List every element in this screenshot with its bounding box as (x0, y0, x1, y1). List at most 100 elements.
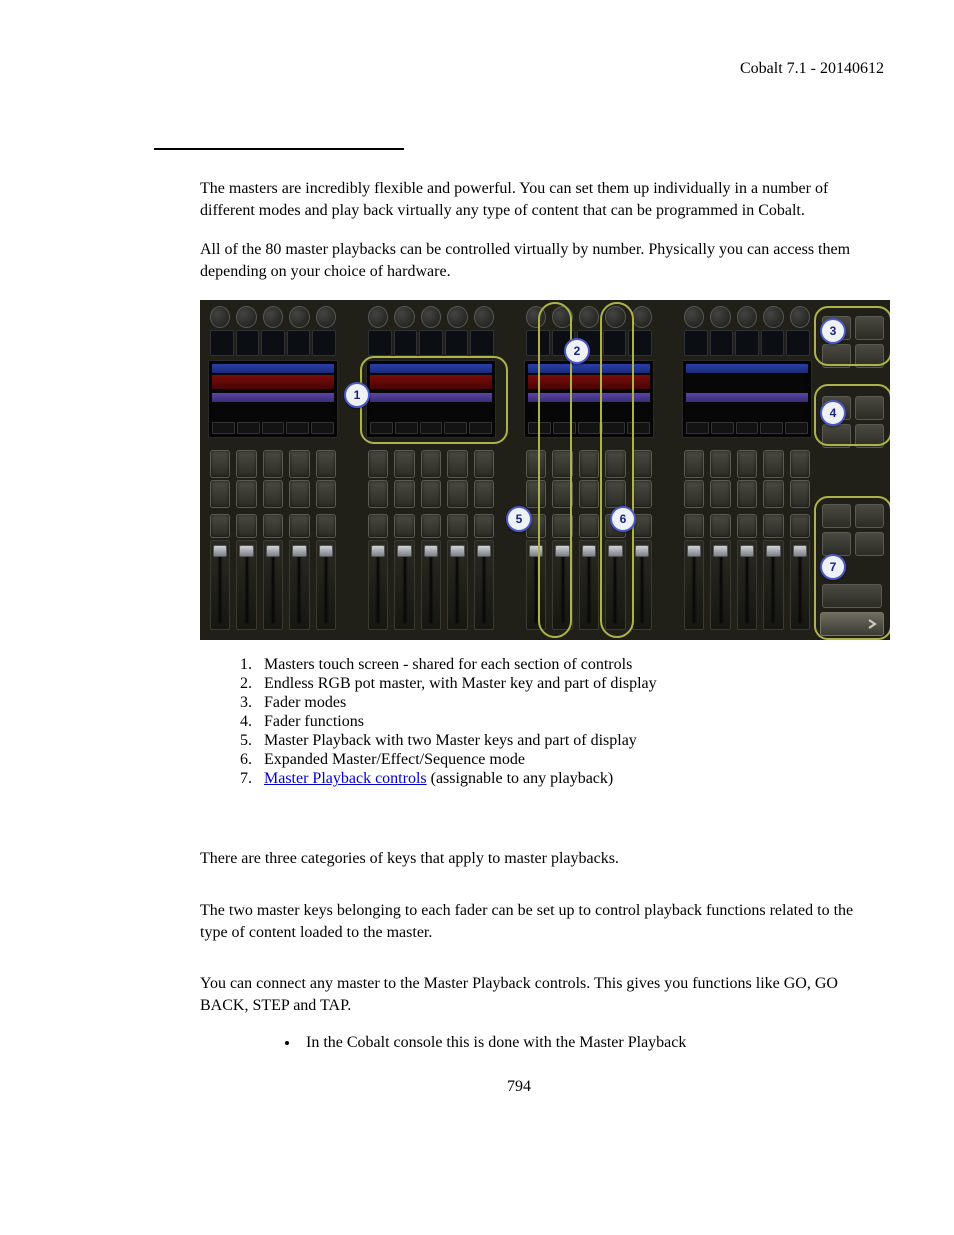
master-key-lower[interactable] (474, 480, 494, 508)
fader[interactable] (421, 540, 441, 630)
master-key-lower[interactable] (263, 480, 283, 508)
encoder-knob[interactable] (737, 306, 757, 328)
master-key-lower[interactable] (552, 480, 572, 508)
flash-key[interactable] (210, 514, 230, 538)
flash-key[interactable] (421, 514, 441, 538)
flash-key[interactable] (552, 514, 572, 538)
master-key-upper[interactable] (710, 450, 730, 478)
encoder-knob[interactable] (632, 306, 652, 328)
fader[interactable] (684, 540, 704, 630)
touch-strip[interactable] (208, 360, 338, 438)
master-key-lower[interactable] (526, 480, 546, 508)
flash-key[interactable] (289, 514, 309, 538)
encoder-knob[interactable] (552, 306, 572, 328)
master-key-upper[interactable] (632, 450, 652, 478)
master-key-lower[interactable] (289, 480, 309, 508)
flash-key[interactable] (394, 514, 414, 538)
fader[interactable] (316, 540, 336, 630)
encoder-knob[interactable] (763, 306, 783, 328)
flash-key[interactable] (236, 514, 256, 538)
fader[interactable] (368, 540, 388, 630)
master-key-lower[interactable] (316, 480, 336, 508)
master-key-upper[interactable] (263, 450, 283, 478)
transport-buttons[interactable] (822, 584, 884, 608)
master-key-upper[interactable] (236, 450, 256, 478)
master-key-lower[interactable] (763, 480, 783, 508)
encoder-knob[interactable] (579, 306, 599, 328)
encoder-knob[interactable] (368, 306, 388, 328)
encoder-knob[interactable] (710, 306, 730, 328)
master-key-lower[interactable] (684, 480, 704, 508)
fader[interactable] (605, 540, 625, 630)
master-key-upper[interactable] (394, 450, 414, 478)
flash-key[interactable] (763, 514, 783, 538)
encoder-knob[interactable] (316, 306, 336, 328)
flash-key[interactable] (368, 514, 388, 538)
master-key-upper[interactable] (790, 450, 810, 478)
master-key-upper[interactable] (368, 450, 388, 478)
encoder-knob[interactable] (263, 306, 283, 328)
master-key-upper[interactable] (552, 450, 572, 478)
playback-buttons[interactable] (822, 504, 884, 556)
fader[interactable] (526, 540, 546, 630)
fader[interactable] (447, 540, 467, 630)
flash-key[interactable] (737, 514, 757, 538)
fader[interactable] (236, 540, 256, 630)
fader[interactable] (289, 540, 309, 630)
fader[interactable] (552, 540, 572, 630)
master-key-lower[interactable] (368, 480, 388, 508)
master-key-upper[interactable] (210, 450, 230, 478)
fader[interactable] (579, 540, 599, 630)
encoder-knob[interactable] (684, 306, 704, 328)
fader[interactable] (263, 540, 283, 630)
encoder-knob[interactable] (447, 306, 467, 328)
master-key-lower[interactable] (421, 480, 441, 508)
flash-key[interactable] (579, 514, 599, 538)
touch-strip[interactable] (682, 360, 812, 438)
encoder-knob[interactable] (394, 306, 414, 328)
master-key-upper[interactable] (605, 450, 625, 478)
master-key-lower[interactable] (632, 480, 652, 508)
encoder-knob[interactable] (605, 306, 625, 328)
master-key-upper[interactable] (526, 450, 546, 478)
flash-key[interactable] (263, 514, 283, 538)
master-key-lower[interactable] (236, 480, 256, 508)
master-key-upper[interactable] (447, 450, 467, 478)
flash-key[interactable] (316, 514, 336, 538)
flash-key[interactable] (447, 514, 467, 538)
master-key-upper[interactable] (289, 450, 309, 478)
fader[interactable] (763, 540, 783, 630)
touch-strip[interactable] (366, 360, 496, 438)
encoder-knob[interactable] (289, 306, 309, 328)
go-button[interactable] (820, 612, 884, 636)
master-key-lower[interactable] (210, 480, 230, 508)
fader[interactable] (790, 540, 810, 630)
fader[interactable] (210, 540, 230, 630)
encoder-knob[interactable] (236, 306, 256, 328)
master-key-upper[interactable] (763, 450, 783, 478)
fader[interactable] (632, 540, 652, 630)
encoder-knob[interactable] (210, 306, 230, 328)
encoder-knob[interactable] (474, 306, 494, 328)
master-playback-controls-link[interactable]: Master Playback controls (264, 770, 427, 787)
touch-strip[interactable] (524, 360, 654, 438)
flash-key[interactable] (790, 514, 810, 538)
master-key-upper[interactable] (737, 450, 757, 478)
flash-key[interactable] (474, 514, 494, 538)
master-key-upper[interactable] (474, 450, 494, 478)
master-key-lower[interactable] (710, 480, 730, 508)
encoder-knob[interactable] (526, 306, 546, 328)
master-key-lower[interactable] (790, 480, 810, 508)
master-key-lower[interactable] (579, 480, 599, 508)
fader[interactable] (737, 540, 757, 630)
master-key-lower[interactable] (447, 480, 467, 508)
flash-key[interactable] (684, 514, 704, 538)
encoder-knob[interactable] (421, 306, 441, 328)
encoder-knob[interactable] (790, 306, 810, 328)
master-key-lower[interactable] (394, 480, 414, 508)
fader[interactable] (394, 540, 414, 630)
flash-key[interactable] (710, 514, 730, 538)
master-key-lower[interactable] (737, 480, 757, 508)
master-key-upper[interactable] (316, 450, 336, 478)
master-key-lower[interactable] (605, 480, 625, 508)
